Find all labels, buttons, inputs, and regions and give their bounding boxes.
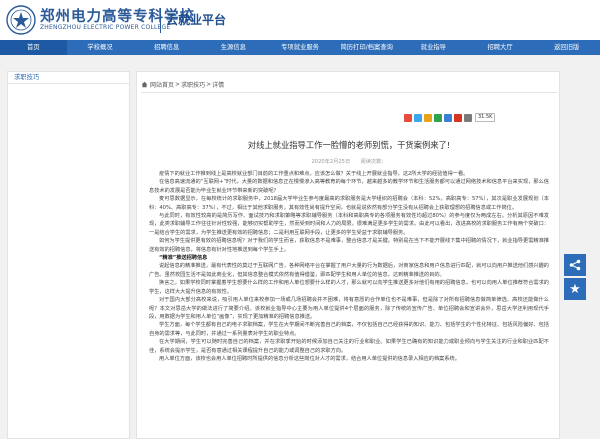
article-paragraph: 对于国内大部分高校来说，吸引用人单位来校参加一场或几场招聘会并不困难，将有意愿的… bbox=[149, 297, 549, 320]
breadcrumb-section[interactable]: 求职技巧 bbox=[181, 80, 205, 89]
nav-resume-archive[interactable]: 简历打印/档案查询 bbox=[333, 40, 400, 55]
breadcrumb-divider bbox=[141, 92, 557, 93]
share-count: 31.5K bbox=[475, 113, 496, 122]
sidebar-item-job-tips[interactable]: 求职技巧 bbox=[8, 72, 129, 84]
share-qzone-icon[interactable] bbox=[414, 113, 422, 122]
share-wechat-icon[interactable] bbox=[434, 113, 442, 122]
article-paragraph: 疫情下的就业工作推到线上是高校就业部门目前的工作重点和难点。应该怎么做？关于线上… bbox=[159, 171, 469, 177]
nav-career-guidance[interactable]: 就业指导 bbox=[400, 40, 467, 55]
article-paragraph: 换言之，如果学校同时掌握着学生想要什么样的工作和用人单位想要什么样的人才，那么就… bbox=[149, 280, 549, 295]
star-icon: ★ bbox=[569, 281, 581, 297]
page-content: 求职技巧 网站首页 > 求职技巧 > 详情 31.5K 对线上就业指导工作一脸懵… bbox=[0, 55, 600, 439]
breadcrumb-separator: > bbox=[206, 81, 212, 88]
breadcrumb: 网站首页 > 求职技巧 > 详情 bbox=[141, 80, 224, 89]
nav-recruitment-hall[interactable]: 招聘大厅 bbox=[467, 40, 534, 55]
sidebar: 求职技巧 bbox=[7, 71, 130, 439]
home-icon bbox=[141, 81, 148, 88]
nav-special-services[interactable]: 专项就业服务 bbox=[267, 40, 334, 55]
breadcrumb-home[interactable]: 网站首页 bbox=[150, 80, 174, 89]
college-seal-icon bbox=[6, 5, 36, 35]
nav-back-old-version[interactable]: 返回旧版 bbox=[533, 40, 600, 55]
platform-name: 云就业平台 bbox=[166, 13, 227, 27]
article-subheading: “精准”推送招聘信息 bbox=[159, 255, 208, 262]
site-header: 郑州电力高等专科学校 ZHENGZHOU ELECTRIC POWER COLL… bbox=[0, 0, 600, 40]
share-more-icon[interactable] bbox=[464, 113, 472, 122]
main-nav: 首页 学校概况 招聘信息 生源信息 专项就业服务 简历打印/档案查询 就业指导 … bbox=[0, 40, 600, 55]
article-date: 2020年2月25日 阅读次数： bbox=[311, 159, 387, 165]
share-weibo-icon[interactable] bbox=[404, 113, 412, 122]
floating-favorite-button[interactable]: ★ bbox=[564, 278, 586, 300]
article-body: 疫情下的就业工作推到线上是高校就业部门目前的工作重点和难点。应该怎么做？关于线上… bbox=[149, 170, 549, 440]
breadcrumb-separator: > bbox=[175, 81, 181, 88]
article-panel: 网站首页 > 求职技巧 > 详情 31.5K 对线上就业指导工作一脸懵的老师别慌… bbox=[136, 71, 560, 439]
article-paragraph: 用人单位方面，该校也会用人单位招聘时所提供的信息分析这些岗位对人才的需求，结合用… bbox=[159, 355, 460, 362]
nav-home[interactable]: 首页 bbox=[0, 40, 67, 55]
nav-student-info[interactable]: 生源信息 bbox=[200, 40, 267, 55]
article-title: 对线上就业指导工作一脸懵的老师别慌，干货案例来了! bbox=[247, 140, 451, 150]
article-paragraph: 说起信息的精准推送，最有代表性的莫过于互联网广告，各种网络平台在掌握了用户大量的… bbox=[149, 263, 549, 278]
article-paragraph: 与此同时，有效性较高的是简历写作、面试技巧和求职策略等求职辅导服务（本科和高职高… bbox=[149, 213, 549, 236]
article-paragraph: 在大学期间，学生可以随时完善自己的档案，并在求职季开始的时候添加自己关注的行业和… bbox=[149, 339, 549, 354]
breadcrumb-current: 详情 bbox=[212, 82, 225, 89]
share-renren-icon[interactable] bbox=[454, 113, 462, 122]
nav-school-overview[interactable]: 学校概况 bbox=[67, 40, 134, 55]
nav-job-info[interactable]: 招聘信息 bbox=[133, 40, 200, 55]
logo-divider bbox=[160, 8, 161, 33]
share-qq-icon[interactable] bbox=[424, 113, 432, 122]
share-icon bbox=[569, 259, 581, 271]
article-paragraph: 如何为学生提供更有效的招聘信息呢？对于我们的学生而言，获取信息不是难事，整合信息… bbox=[149, 238, 549, 253]
article-paragraph: 学生方面，每个学生都有自己的电子求职档案，学生在大学期间不断完善自己的档案，不仅… bbox=[149, 322, 549, 337]
article-paragraph: 麦可思数据显示，在每校统计的求职服务中，2018届大学毕业生参与度最高的求职服务… bbox=[149, 196, 549, 211]
share-bar: 31.5K bbox=[404, 113, 496, 122]
college-name-en: ZHENGZHOU ELECTRIC POWER COLLEGE bbox=[40, 24, 171, 31]
share-tencent-icon[interactable] bbox=[444, 113, 452, 122]
floating-share-button[interactable] bbox=[564, 254, 586, 276]
article-paragraph: 在信息高速流通的“互联网+”时代，大量的数据和信息正在慢慢渗入高等教育的每个环节… bbox=[149, 179, 549, 194]
